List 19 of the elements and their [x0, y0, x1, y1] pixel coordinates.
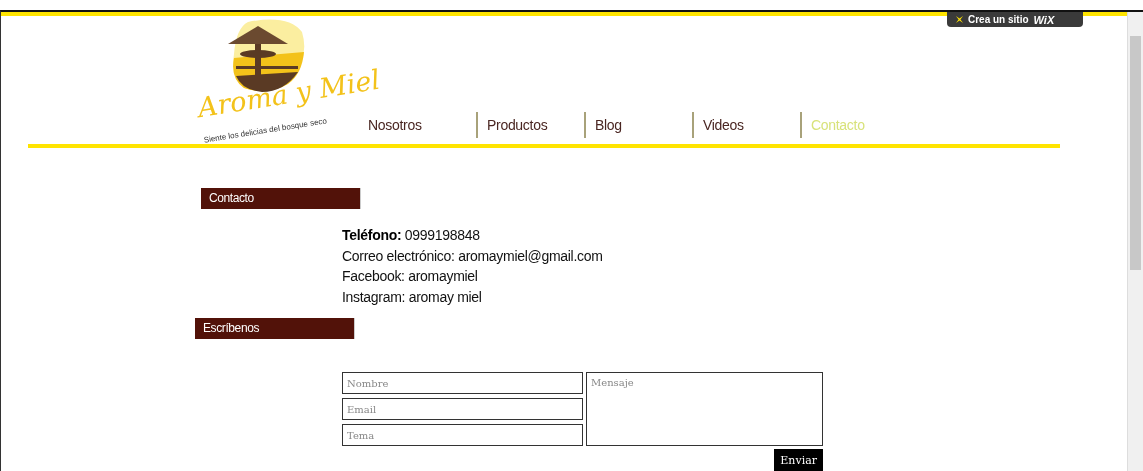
nav-link[interactable]: Nosotros — [368, 112, 476, 138]
contact-line: Facebook: aromaymiel — [342, 267, 479, 286]
badge-text: Crea un sitio — [968, 14, 1029, 25]
input-field[interactable]: Email — [342, 398, 583, 420]
nav-link[interactable]: Productos — [476, 112, 584, 138]
submit-button[interactable]: Enviar — [774, 449, 823, 471]
input-field[interactable]: Nombre — [342, 372, 583, 394]
contact-line: Instagram: aromay miel — [342, 287, 483, 307]
message-field[interactable]: Mensaje — [586, 372, 823, 446]
nav-link[interactable]: Blog — [584, 112, 692, 138]
contact-line: Teléfono: 0999198848 — [342, 226, 481, 245]
section-heading: Escríbenos — [195, 318, 355, 339]
contact-line: Correo electrónico: aromaymiel@gmail.com — [342, 246, 604, 266]
brand-logo: WiX — [1033, 13, 1055, 26]
logo-tagline: Siente los delicias del bosque seco — [203, 116, 328, 145]
section-heading: Contacto — [201, 188, 361, 209]
input-field[interactable]: Tema — [342, 424, 583, 446]
nav-link[interactable]: Videos — [692, 112, 800, 138]
promo-badge[interactable]: Crea un sitio WiX — [947, 12, 1083, 27]
